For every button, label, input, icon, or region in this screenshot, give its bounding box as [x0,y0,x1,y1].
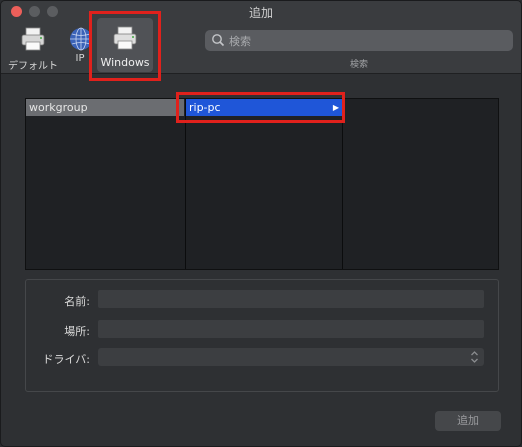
search-input[interactable] [227,32,511,51]
add-printer-window: 追加 デフォルト IP Windows 検索 検索 workgroup rip-… [0,0,522,447]
browser-column-1[interactable]: workgroup [26,99,184,269]
rip-pc-highlight [176,92,345,123]
toolbar: 追加 デフォルト IP Windows 検索 検索 [1,1,521,74]
location-field[interactable] [98,320,484,338]
search-icon [212,34,225,47]
network-browser: workgroup rip-pc ▶ [25,98,499,270]
browser-item-workgroup[interactable]: workgroup [26,99,184,116]
add-button[interactable]: 追加 [435,411,501,431]
ip-tab[interactable]: IP [69,19,92,71]
default-tab[interactable]: デフォルト [6,19,60,72]
printer-details-form: 名前: 場所: ドライバ: [25,279,499,392]
search-label: 検索 [349,60,368,70]
name-field[interactable] [98,290,484,308]
printer-icon [19,25,47,53]
search-field[interactable] [205,30,513,51]
browser-column-2[interactable]: rip-pc ▶ [185,99,343,269]
ip-tab-label: IP [75,53,85,64]
updown-chevron-icon [471,351,478,363]
driver-label: ドライバ: [42,353,91,366]
default-tab-label: デフォルト [8,61,58,72]
location-label: 場所: [64,325,90,338]
browser-column-3[interactable] [342,99,500,269]
windows-tab-highlight [89,11,161,81]
name-label: 名前: [64,295,90,308]
driver-select[interactable] [98,348,484,366]
